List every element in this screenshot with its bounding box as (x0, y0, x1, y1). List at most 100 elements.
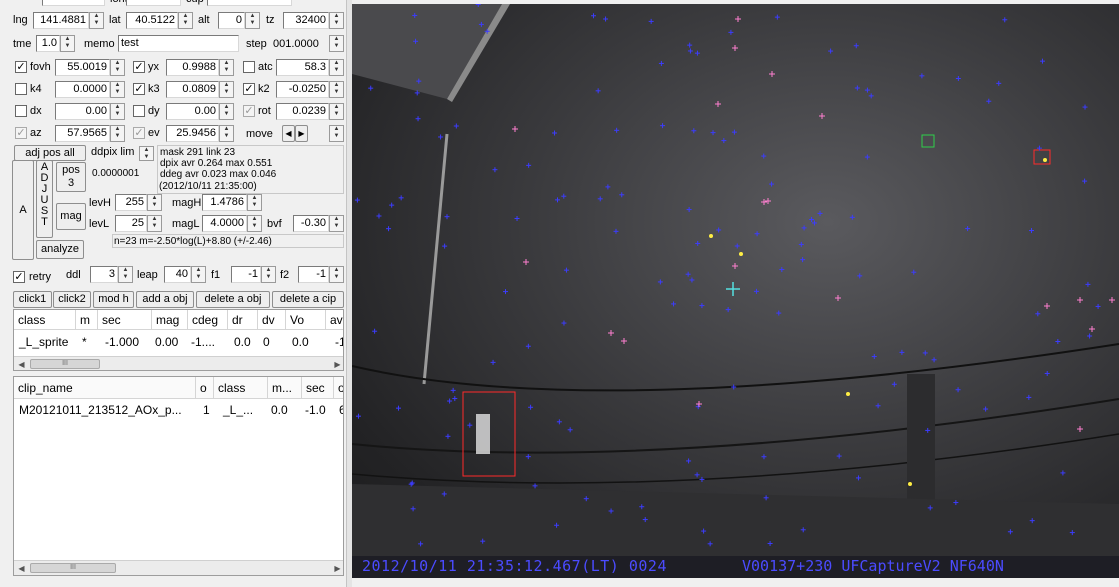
f1-stepper[interactable]: ▲ ▼ (261, 266, 276, 283)
ddl-input[interactable]: 3 (90, 266, 118, 283)
step-stepper[interactable]: ▲ ▼ (329, 35, 344, 52)
fovh-input[interactable]: 55.0019 (55, 59, 110, 76)
magL-input[interactable]: 4.0000 (202, 215, 247, 232)
atc-stepper[interactable]: ▲ ▼ (329, 59, 344, 76)
dy-input[interactable]: 0.00 (166, 103, 219, 120)
tme-stepper[interactable]: ▲ ▼ (60, 35, 75, 52)
top-partial-field-2[interactable] (126, 0, 181, 6)
tz-stepper[interactable]: ▲ ▼ (329, 12, 344, 29)
top-partial-field-3[interactable] (207, 0, 292, 6)
analyze-button[interactable]: analyze (36, 240, 84, 259)
move-right-button[interactable]: ▶ (295, 125, 308, 142)
adj-pos-all-button[interactable]: adj pos all (14, 145, 86, 161)
k4-input[interactable]: 0.0000 (55, 81, 110, 98)
levL-input[interactable]: 25 (115, 215, 147, 232)
levL-stepper[interactable]: ▲ ▼ (147, 215, 162, 232)
az-input[interactable]: 57.9565 (55, 125, 110, 142)
k2-input[interactable]: -0.0250 (276, 81, 329, 98)
tz-input[interactable]: 32400 (283, 12, 329, 29)
bvf-input[interactable]: -0.30 (293, 215, 329, 232)
az-checkbox[interactable]: ✓ (15, 127, 27, 139)
rot-stepper[interactable]: ▲ ▼ (329, 103, 344, 120)
column-header-sec[interactable]: sec (98, 310, 152, 330)
yx-checkbox[interactable]: ✓ (133, 61, 145, 73)
alt-stepper[interactable]: ▲ ▼ (245, 12, 260, 29)
move-left-button[interactable]: ◀ (282, 125, 295, 142)
table-row[interactable]: M20121011_213512_AOx_p... 1 _L_... 0.0 -… (14, 401, 343, 419)
bvf-stepper[interactable]: ▲ ▼ (329, 215, 344, 232)
f2-input[interactable]: -1 (298, 266, 329, 283)
k4-stepper[interactable]: ▲ ▼ (110, 81, 125, 98)
mag-button[interactable]: mag (56, 203, 86, 230)
ev-checkbox[interactable]: ✓ (133, 127, 145, 139)
retry-checkbox[interactable]: ✓ (13, 271, 25, 283)
scroll-right-icon[interactable]: ▶ (330, 561, 343, 575)
levH-input[interactable]: 255 (115, 194, 147, 211)
tme-input[interactable]: 1.0 (36, 35, 60, 52)
adjust-button[interactable]: A D J U S T (36, 160, 53, 238)
k3-stepper[interactable]: ▲ ▼ (219, 81, 234, 98)
add-obj-button[interactable]: add a obj (136, 291, 194, 308)
alt-input[interactable]: 0 (218, 12, 245, 29)
k4-checkbox[interactable] (15, 83, 27, 95)
k3-checkbox[interactable]: ✓ (133, 83, 145, 95)
scroll-thumb[interactable]: III (30, 563, 116, 573)
object-table-scrollbar[interactable]: ◀ III ▶ (14, 356, 343, 370)
levH-stepper[interactable]: ▲ ▼ (147, 194, 162, 211)
pos-button[interactable]: pos 3 (56, 162, 86, 192)
delete-clip-button[interactable]: delete a cip (272, 291, 344, 308)
click2-button[interactable]: click2 (53, 291, 91, 308)
magH-input[interactable]: 1.4786 (202, 194, 247, 211)
column-header-dr[interactable]: dr (228, 310, 258, 330)
column-header-class[interactable]: class (14, 310, 76, 330)
ddl-stepper[interactable]: ▲ ▼ (118, 266, 133, 283)
dy-stepper[interactable]: ▲ ▼ (219, 103, 234, 120)
column-header-mag[interactable]: mag (152, 310, 188, 330)
scroll-left-icon[interactable]: ◀ (14, 561, 29, 575)
auto-a-button[interactable]: A (12, 160, 34, 260)
delete-obj-button[interactable]: delete a obj (196, 291, 270, 308)
table-row[interactable]: _L_sprite * -1.000 0.00 -1.... 0.0 0 0.0… (14, 333, 343, 351)
ev-input[interactable]: 25.9456 (166, 125, 219, 142)
video-frame[interactable]: 2012/10/11 21:35:12.467(LT) 0024 V00137+… (352, 4, 1119, 578)
column-header-dv[interactable]: dv (258, 310, 286, 330)
scroll-thumb[interactable]: III (30, 359, 100, 369)
scroll-right-icon[interactable]: ▶ (330, 357, 343, 370)
f1-input[interactable]: -1 (231, 266, 261, 283)
ddpix-lim-stepper[interactable]: ▲ ▼ (139, 146, 154, 161)
column-header-av[interactable]: av (326, 310, 343, 330)
dx-stepper[interactable]: ▲ ▼ (110, 103, 125, 120)
memo-input[interactable]: test (118, 35, 239, 52)
column-header-o2[interactable]: o (334, 377, 343, 399)
rot-checkbox[interactable]: ✓ (243, 105, 255, 117)
k2-stepper[interactable]: ▲ ▼ (329, 81, 344, 98)
column-header-cdeg[interactable]: cdeg (188, 310, 228, 330)
atc-checkbox[interactable] (243, 61, 255, 73)
atc-input[interactable]: 58.3 (276, 59, 329, 76)
scroll-left-icon[interactable]: ◀ (14, 357, 29, 370)
dx-checkbox[interactable] (15, 105, 27, 117)
click1-button[interactable]: click1 (13, 291, 52, 308)
f2-stepper[interactable]: ▲ ▼ (329, 266, 344, 283)
column-header-class[interactable]: class (214, 377, 268, 399)
lat-input[interactable]: 40.5122 (126, 12, 178, 29)
az-stepper[interactable]: ▲ ▼ (110, 125, 125, 142)
fovh-checkbox[interactable]: ✓ (15, 61, 27, 73)
k3-input[interactable]: 0.0809 (166, 81, 219, 98)
clip-table-scrollbar[interactable]: ◀ III ▶ (14, 560, 343, 575)
magH-stepper[interactable]: ▲ ▼ (247, 194, 262, 211)
leap-stepper[interactable]: ▲ ▼ (191, 266, 206, 283)
column-header-o[interactable]: o (196, 377, 214, 399)
column-header-m[interactable]: m (76, 310, 98, 330)
fovh-stepper[interactable]: ▲ ▼ (110, 59, 125, 76)
magL-stepper[interactable]: ▲ ▼ (247, 215, 262, 232)
yx-stepper[interactable]: ▲ ▼ (219, 59, 234, 76)
leap-input[interactable]: 40 (164, 266, 191, 283)
lng-stepper[interactable]: ▲ ▼ (89, 12, 104, 29)
lng-input[interactable]: 141.4881 (33, 12, 89, 29)
top-partial-field-1[interactable] (42, 0, 105, 6)
k2-checkbox[interactable]: ✓ (243, 83, 255, 95)
rot-input[interactable]: 0.0239 (276, 103, 329, 120)
mod-h-button[interactable]: mod h (93, 291, 134, 308)
yx-input[interactable]: 0.9988 (166, 59, 219, 76)
